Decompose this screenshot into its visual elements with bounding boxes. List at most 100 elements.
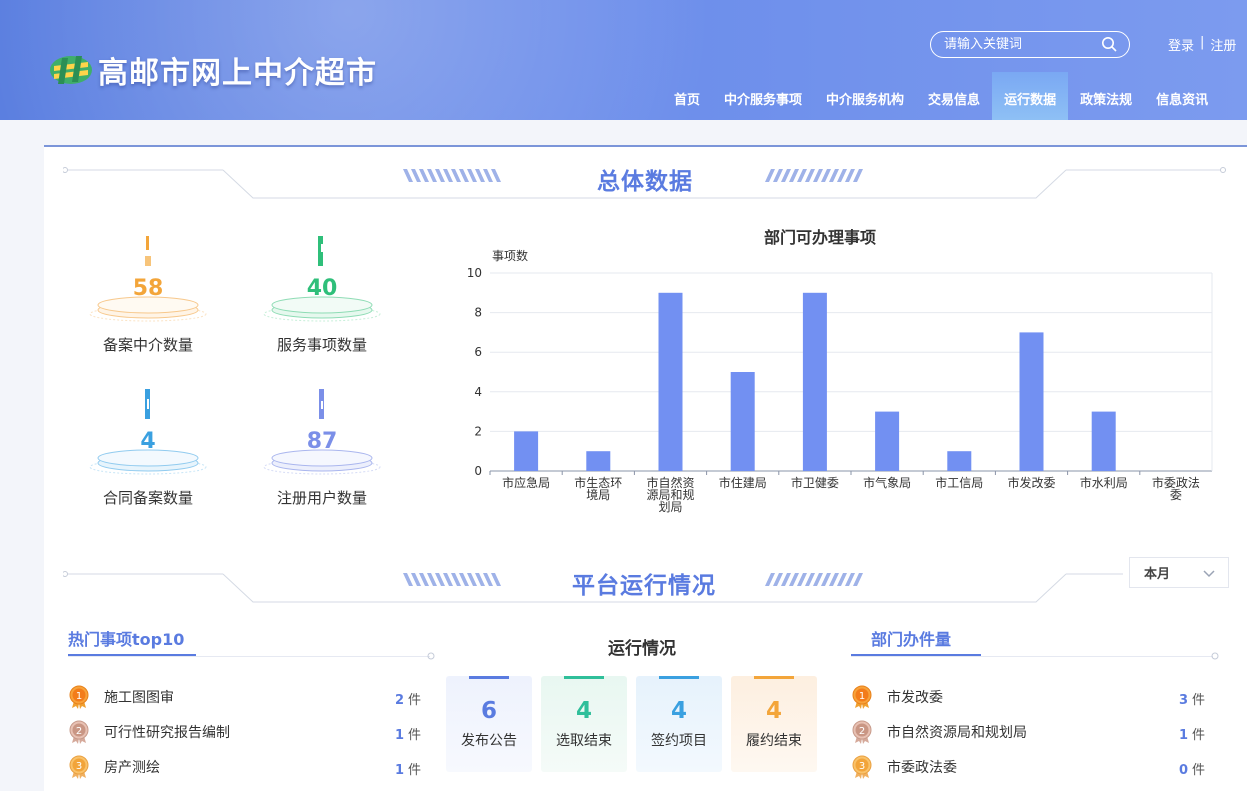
card-value: 6 [480,698,497,724]
hot-item-count: 1件 [395,728,422,743]
nav-service-items[interactable]: 中介服务事项 [712,72,814,120]
site-title: 高邮市网上中介超市 [98,56,377,91]
bar-icon [145,236,151,266]
run-card-selected[interactable]: 4 选取结束 [541,676,627,772]
hot-item-name: 施工图图审 [104,690,174,706]
bar-icon [318,236,323,266]
stat-registered-agencies: 58 备案中介数量 [68,236,228,356]
run-card-fulfilled[interactable]: 4 履约结束 [731,676,817,772]
x-tick-label: 市住建局 [719,475,767,490]
x-tick-label: 市自然资源局和规划局 [646,475,694,514]
hot-item-count: 1件 [395,763,422,778]
dept-volume-title: 部门办件量 [871,630,952,649]
divider-end-dot [427,652,435,660]
y-axis-label: 事项数 [492,248,528,263]
run-card-published[interactable]: 6 发布公告 [446,676,532,772]
nav-operation-data[interactable]: 运行数据 [992,72,1069,120]
x-tick-label: 市工信局 [935,475,983,490]
svg-text:1: 1 [859,691,865,702]
x-tick-label: 市气象局 [863,475,911,490]
svg-text:1: 1 [76,691,82,702]
dept-volume-heading: 部门办件量 [851,626,981,656]
hot-items-heading: 热门事项top10 [68,626,196,656]
nav-news[interactable]: 信息资讯 [1144,72,1220,120]
hot-item-name: 房产测绘 [104,760,160,776]
stat-registered-users: 87 注册用户数量 [242,389,402,509]
nav-transactions[interactable]: 交易信息 [916,72,992,120]
svg-text:3: 3 [76,761,82,772]
stat-label: 服务事项数量 [276,336,367,354]
bar-icon [319,389,324,419]
main-nav: 首页 中介服务事项 中介服务机构 交易信息 运行数据 政策法规 信息资讯 [662,72,1220,120]
card-label: 签约项目 [651,733,707,749]
stat-label: 合同备案数量 [102,489,193,507]
bar-3 [658,292,683,471]
svg-text:3: 3 [859,761,865,772]
hot-item-row[interactable]: 3 房产测绘 [68,755,160,779]
dept-row[interactable]: 3 市委政法委 [851,755,957,779]
period-select[interactable]: 本月 [1129,557,1229,588]
run-status-title: 运行情况 [608,639,676,659]
dept-count: 3件 [1179,693,1206,708]
rank-medal-gold-icon: 1 [852,685,872,709]
period-select-value: 本月 [1144,567,1171,582]
auth-links: 登录 | 注册 [1168,35,1236,54]
site-header: 高邮市网上中介超市 登录 | 注册 首页 中介服务事项 中介服务机构 交易信息 … [0,0,1247,120]
bar-5 [802,292,827,471]
register-link[interactable]: 注册 [1210,35,1236,54]
nav-service-agencies[interactable]: 中介服务机构 [814,72,916,120]
x-tick-label: 市发改委 [1007,475,1055,490]
nav-policies[interactable]: 政策法规 [1068,72,1144,120]
dept-count: 0件 [1179,763,1206,778]
y-tick-label: 6 [474,345,482,359]
chevron-down-icon [1203,570,1215,578]
bar-9 [1091,411,1116,471]
rank-medal-silver-icon: 2 [852,720,872,744]
y-tick-label: 4 [474,385,482,399]
search-input[interactable] [944,37,1094,52]
svg-text:2: 2 [76,726,82,737]
bar-4 [730,372,755,471]
hot-item-row[interactable]: 1 施工图图审 [68,685,174,709]
x-tick-label: 市生态环境局 [574,475,622,502]
rank-medal-silver-icon: 2 [69,720,89,744]
bar-8 [1019,332,1044,471]
login-link[interactable]: 登录 [1168,35,1194,54]
card-value: 4 [765,698,782,724]
dept-name: 市委政法委 [887,760,957,776]
x-tick-label: 市委政法委 [1152,475,1200,502]
card-accent [469,676,509,679]
pedestal-graphic [263,296,381,322]
stat-service-items: 40 服务事项数量 [242,236,402,356]
bar-1 [514,431,539,471]
site-logo[interactable]: 高邮市网上中介超市 [48,48,377,92]
divider-end-dot [1211,652,1219,660]
hot-item-name: 可行性研究报告编制 [104,725,230,741]
bar-7 [947,451,972,471]
section-title-overall: 总体数据 [597,169,693,195]
bar-2 [586,451,611,471]
pedestal-graphic [89,296,207,322]
bar-icon [145,389,150,419]
run-card-signed[interactable]: 4 签约项目 [636,676,722,772]
pedestal-graphic [263,449,381,475]
search-box[interactable] [930,31,1130,58]
x-tick-label: 市水利局 [1080,475,1128,490]
y-tick-label: 10 [467,266,482,280]
dept-row[interactable]: 1 市发改委 [851,685,943,709]
card-accent [564,676,604,679]
department-items-bar-chart: 事项数 0 2 4 6 8 10 市应急局 市生态环境局市自然资源局和规划局 市住建局 市卫健委 市气… [467,248,1213,514]
logo-emblem-icon [50,56,92,84]
divider [851,656,1213,657]
card-label: 发布公告 [461,733,517,749]
card-value: 4 [575,698,592,724]
search-icon[interactable] [1101,36,1117,52]
bar-6 [875,411,900,471]
nav-home[interactable]: 首页 [662,72,712,120]
card-label: 选取结束 [556,733,612,749]
auth-separator: | [1200,35,1205,50]
hot-item-row[interactable]: 2 可行性研究报告编制 [68,720,230,744]
rank-medal-bronze-icon: 3 [852,755,872,779]
y-tick-label: 0 [474,464,482,478]
dept-row[interactable]: 2 市自然资源局和规划局 [851,720,1027,744]
